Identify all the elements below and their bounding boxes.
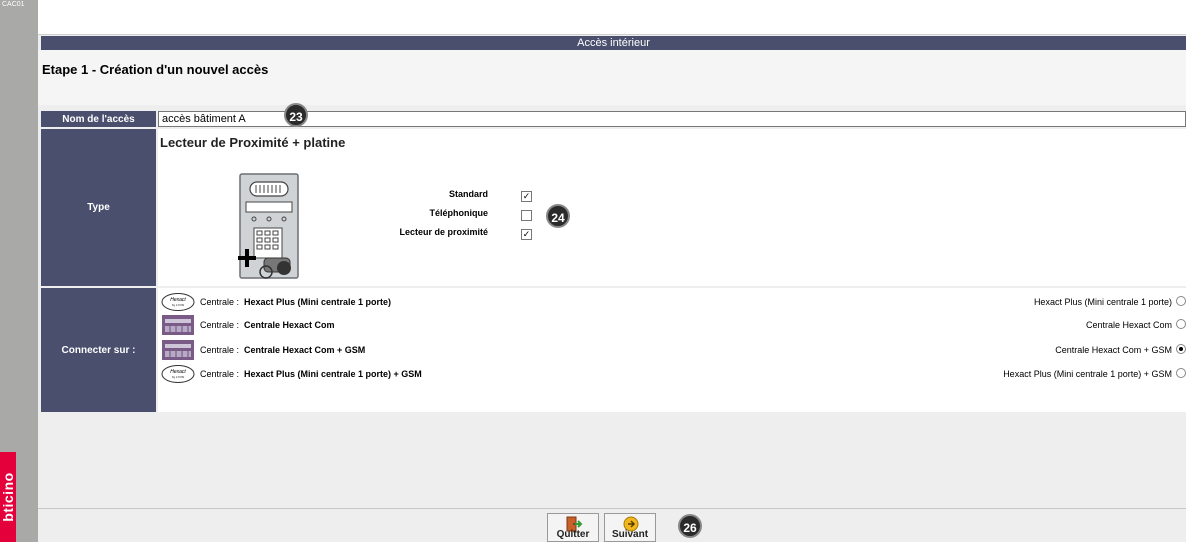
quit-button-label: Quitter [556, 529, 590, 540]
centrale-radio[interactable] [1176, 319, 1186, 329]
centrale-name: Centrale Hexact Com [244, 320, 335, 330]
option-telephonique-label: Téléphonique [429, 208, 489, 218]
option-proximity-label: Lecteur de proximité [399, 227, 488, 237]
option-proximity-checkbox[interactable]: ✓ [521, 229, 532, 240]
centrale-row-hexact-plus[interactable]: Hexact by LYON Centrale : Hexact Plus (M… [158, 292, 1186, 312]
centrale-prefix: Centrale : [200, 320, 240, 330]
centrale-row-hexact-plus-gsm[interactable]: Hexact by LYON Centrale : Hexact Plus (M… [158, 364, 1186, 384]
entry-panel-device-image [238, 173, 299, 279]
step-title: Etape 1 - Création d'un nouvel accès [42, 62, 269, 77]
type-panel: Lecteur de Proximité + platine Standard … [158, 129, 1186, 286]
hexact-logo-icon: Hexact by LYON [161, 365, 195, 383]
centrale-option-label: Hexact Plus (Mini centrale 1 porte) [1033, 297, 1172, 307]
connect-label: Connecter sur : [41, 288, 156, 412]
window-id-label: CAC01 [2, 1, 25, 8]
centrale-option-label: Centrale Hexact Com + GSM [1055, 345, 1172, 355]
centrale-name: Hexact Plus (Mini centrale 1 porte) + GS… [244, 369, 422, 379]
centrale-radio[interactable] [1176, 368, 1186, 378]
hexact-com-logo-icon [162, 340, 194, 360]
brand-logo: bticino [0, 452, 16, 542]
callout-24: 24 [546, 204, 570, 228]
main-panel: Accès intérieur Etape 1 - Création d'un … [38, 0, 1186, 542]
hexact-com-logo-icon [162, 315, 194, 335]
next-button-label: Suivant [611, 529, 649, 540]
type-label: Type [41, 129, 156, 286]
centrale-row-hexact-com-gsm[interactable]: Centrale : Centrale Hexact Com + GSM Cen… [158, 340, 1186, 360]
connect-panel: Hexact by LYON Centrale : Hexact Plus (M… [158, 288, 1186, 412]
centrale-radio-selected[interactable] [1176, 344, 1186, 354]
top-blank-area [38, 0, 1186, 35]
centrale-name: Centrale Hexact Com + GSM [244, 345, 366, 355]
type-title: Lecteur de Proximité + platine [160, 135, 346, 150]
centrale-prefix: Centrale : [200, 297, 240, 307]
svg-text:by LYON: by LYON [172, 375, 184, 379]
hexact-logo-icon: Hexact by LYON [161, 293, 195, 311]
left-sidebar-strip: CAC01 bticino [0, 0, 38, 542]
centrale-radio[interactable] [1176, 296, 1186, 306]
access-name-input[interactable] [158, 111, 1186, 127]
option-standard-checkbox[interactable]: ✓ [521, 191, 532, 202]
next-button[interactable]: Suivant [604, 513, 656, 542]
centrale-name: Hexact Plus (Mini centrale 1 porte) [244, 297, 392, 307]
name-label: Nom de l'accès [41, 111, 156, 127]
centrale-row-hexact-com[interactable]: Centrale : Centrale Hexact Com Centrale … [158, 315, 1186, 335]
brand-logo-text: bticino [0, 472, 16, 522]
centrale-option-label: Centrale Hexact Com [1085, 320, 1172, 330]
callout-26: 26 [678, 514, 702, 538]
centrale-prefix: Centrale : [200, 369, 240, 379]
option-standard-label: Standard [448, 189, 488, 199]
bottom-divider [38, 508, 1186, 509]
page-title-bar: Accès intérieur [41, 36, 1186, 50]
centrale-option-label: Hexact Plus (Mini centrale 1 porte) + GS… [1003, 369, 1172, 379]
centrale-prefix: Centrale : [200, 345, 240, 355]
callout-23: 23 [284, 103, 308, 127]
quit-button[interactable]: Quitter [547, 513, 599, 542]
option-telephonique-checkbox[interactable] [521, 210, 532, 221]
svg-text:by LYON: by LYON [172, 303, 184, 307]
step-header: Etape 1 - Création d'un nouvel accès [38, 50, 1186, 105]
